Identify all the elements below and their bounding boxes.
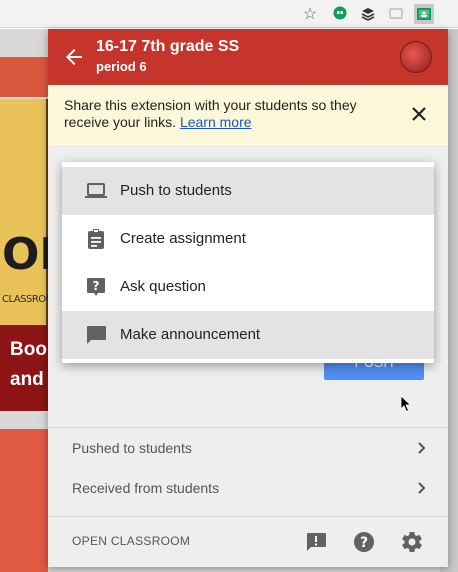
browser-toolbar: ☆ — [0, 0, 458, 28]
menu-item-label: Ask question — [120, 278, 206, 295]
menu-item-push-to-students[interactable]: Push to students — [62, 167, 434, 215]
cast-icon[interactable] — [386, 4, 406, 24]
popup-header: 16-17 7th grade SS period 6 — [48, 29, 448, 85]
avatar[interactable] — [400, 41, 432, 73]
share-notice-text: Share this extension with your students … — [64, 97, 394, 131]
popup-footer: OPEN CLASSROOM ? — [48, 517, 448, 567]
menu-item-ask-question[interactable]: ? Ask question — [62, 263, 434, 311]
received-from-students-row[interactable]: Received from students — [48, 468, 448, 508]
arrow-back-icon[interactable] — [62, 45, 86, 69]
svg-text:?: ? — [93, 279, 100, 293]
settings-icon[interactable] — [400, 530, 424, 554]
classroom-popup: 16-17 7th grade SS period 6 Share this e… — [48, 29, 448, 567]
background-header-bar — [0, 57, 48, 97]
section-label: Pushed to students — [72, 440, 192, 456]
class-title: 16-17 7th grade SS — [96, 38, 240, 55]
menu-item-create-assignment[interactable]: Create assignment — [62, 215, 434, 263]
menu-item-label: Make announcement — [120, 326, 261, 343]
mouse-cursor-icon — [400, 395, 412, 413]
question-icon: ? — [84, 275, 108, 299]
chevron-right-icon — [414, 481, 428, 495]
close-icon[interactable] — [410, 105, 428, 123]
buffer-icon[interactable] — [358, 4, 378, 24]
svg-text:?: ? — [360, 535, 368, 551]
menu-item-label: Push to students — [120, 182, 232, 199]
background-bottom-image — [0, 429, 48, 572]
share-notice: Share this extension with your students … — [48, 85, 448, 145]
pushed-to-students-row[interactable]: Pushed to students — [48, 428, 448, 468]
google-classroom-icon[interactable] — [414, 4, 434, 24]
feedback-icon[interactable] — [304, 530, 328, 554]
star-icon[interactable]: ☆ — [300, 4, 320, 24]
chevron-right-icon — [414, 441, 428, 455]
menu-item-label: Create assignment — [120, 230, 246, 247]
announcement-icon — [84, 323, 108, 347]
class-section: period 6 — [96, 59, 147, 74]
hangouts-icon[interactable] — [330, 4, 350, 24]
section-label: Received from students — [72, 480, 220, 496]
open-classroom-link[interactable]: OPEN CLASSROOM — [72, 534, 190, 548]
menu-item-make-announcement[interactable]: Make announcement — [62, 311, 434, 359]
background-image: OK CLASSROOM — [0, 99, 74, 329]
push-menu: Push to students Create assignment ? Ask… — [62, 162, 434, 363]
background-banner-line2: and — [10, 369, 44, 390]
background-banner-line1: Boo — [10, 339, 47, 360]
clipboard-icon — [84, 227, 108, 251]
help-icon[interactable]: ? — [352, 530, 376, 554]
laptop-icon — [84, 179, 108, 203]
background-banner: Boo and — [0, 325, 48, 411]
learn-more-link[interactable]: Learn more — [180, 114, 252, 130]
